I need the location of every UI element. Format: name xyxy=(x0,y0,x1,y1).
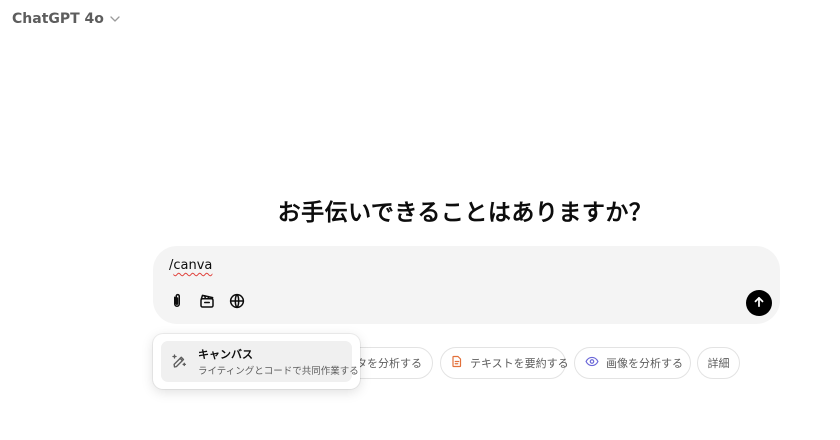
popup-item-title: キャンバス xyxy=(198,348,253,361)
model-switcher[interactable]: ChatGPT 4o xyxy=(12,11,120,27)
composer-tools xyxy=(165,291,249,315)
eye-icon xyxy=(585,356,599,370)
suggestion-summarize-text[interactable]: テキストを要約する xyxy=(440,347,569,379)
globe-icon xyxy=(228,292,246,314)
tools-button[interactable] xyxy=(195,291,219,315)
arrow-up-icon xyxy=(752,294,766,313)
pencil-sparkle-icon xyxy=(170,352,188,374)
suggestion-label: 画像を分析する xyxy=(606,357,683,370)
suggestion-label: テキストを要約する xyxy=(470,357,569,370)
chevron-down-icon xyxy=(110,14,120,25)
message-input[interactable]: /canva xyxy=(169,258,212,273)
page-title: お手伝いできることはありますか？ xyxy=(277,200,653,226)
clapperboard-icon xyxy=(198,292,216,314)
typed-command: canva xyxy=(173,258,213,273)
popup-item-canvas[interactable]: キャンバス ライティングとコードで共同作業する xyxy=(161,341,359,382)
slash-command-popup: キャンバス ライティングとコードで共同作業する xyxy=(153,334,360,389)
suggestion-label: 詳細 xyxy=(707,357,730,370)
suggestion-analyze-image[interactable]: 画像を分析する xyxy=(574,347,691,379)
suggestion-more[interactable]: 詳細 xyxy=(697,347,740,379)
popup-item-description: ライティングとコードで共同作業する xyxy=(198,366,359,377)
attach-button[interactable] xyxy=(165,291,189,315)
web-search-button[interactable] xyxy=(225,291,249,315)
paperclip-icon xyxy=(168,292,186,314)
document-icon xyxy=(451,355,463,371)
send-button[interactable] xyxy=(746,290,772,316)
model-name: ChatGPT 4o xyxy=(12,11,104,27)
message-composer[interactable]: /canva xyxy=(153,246,780,324)
